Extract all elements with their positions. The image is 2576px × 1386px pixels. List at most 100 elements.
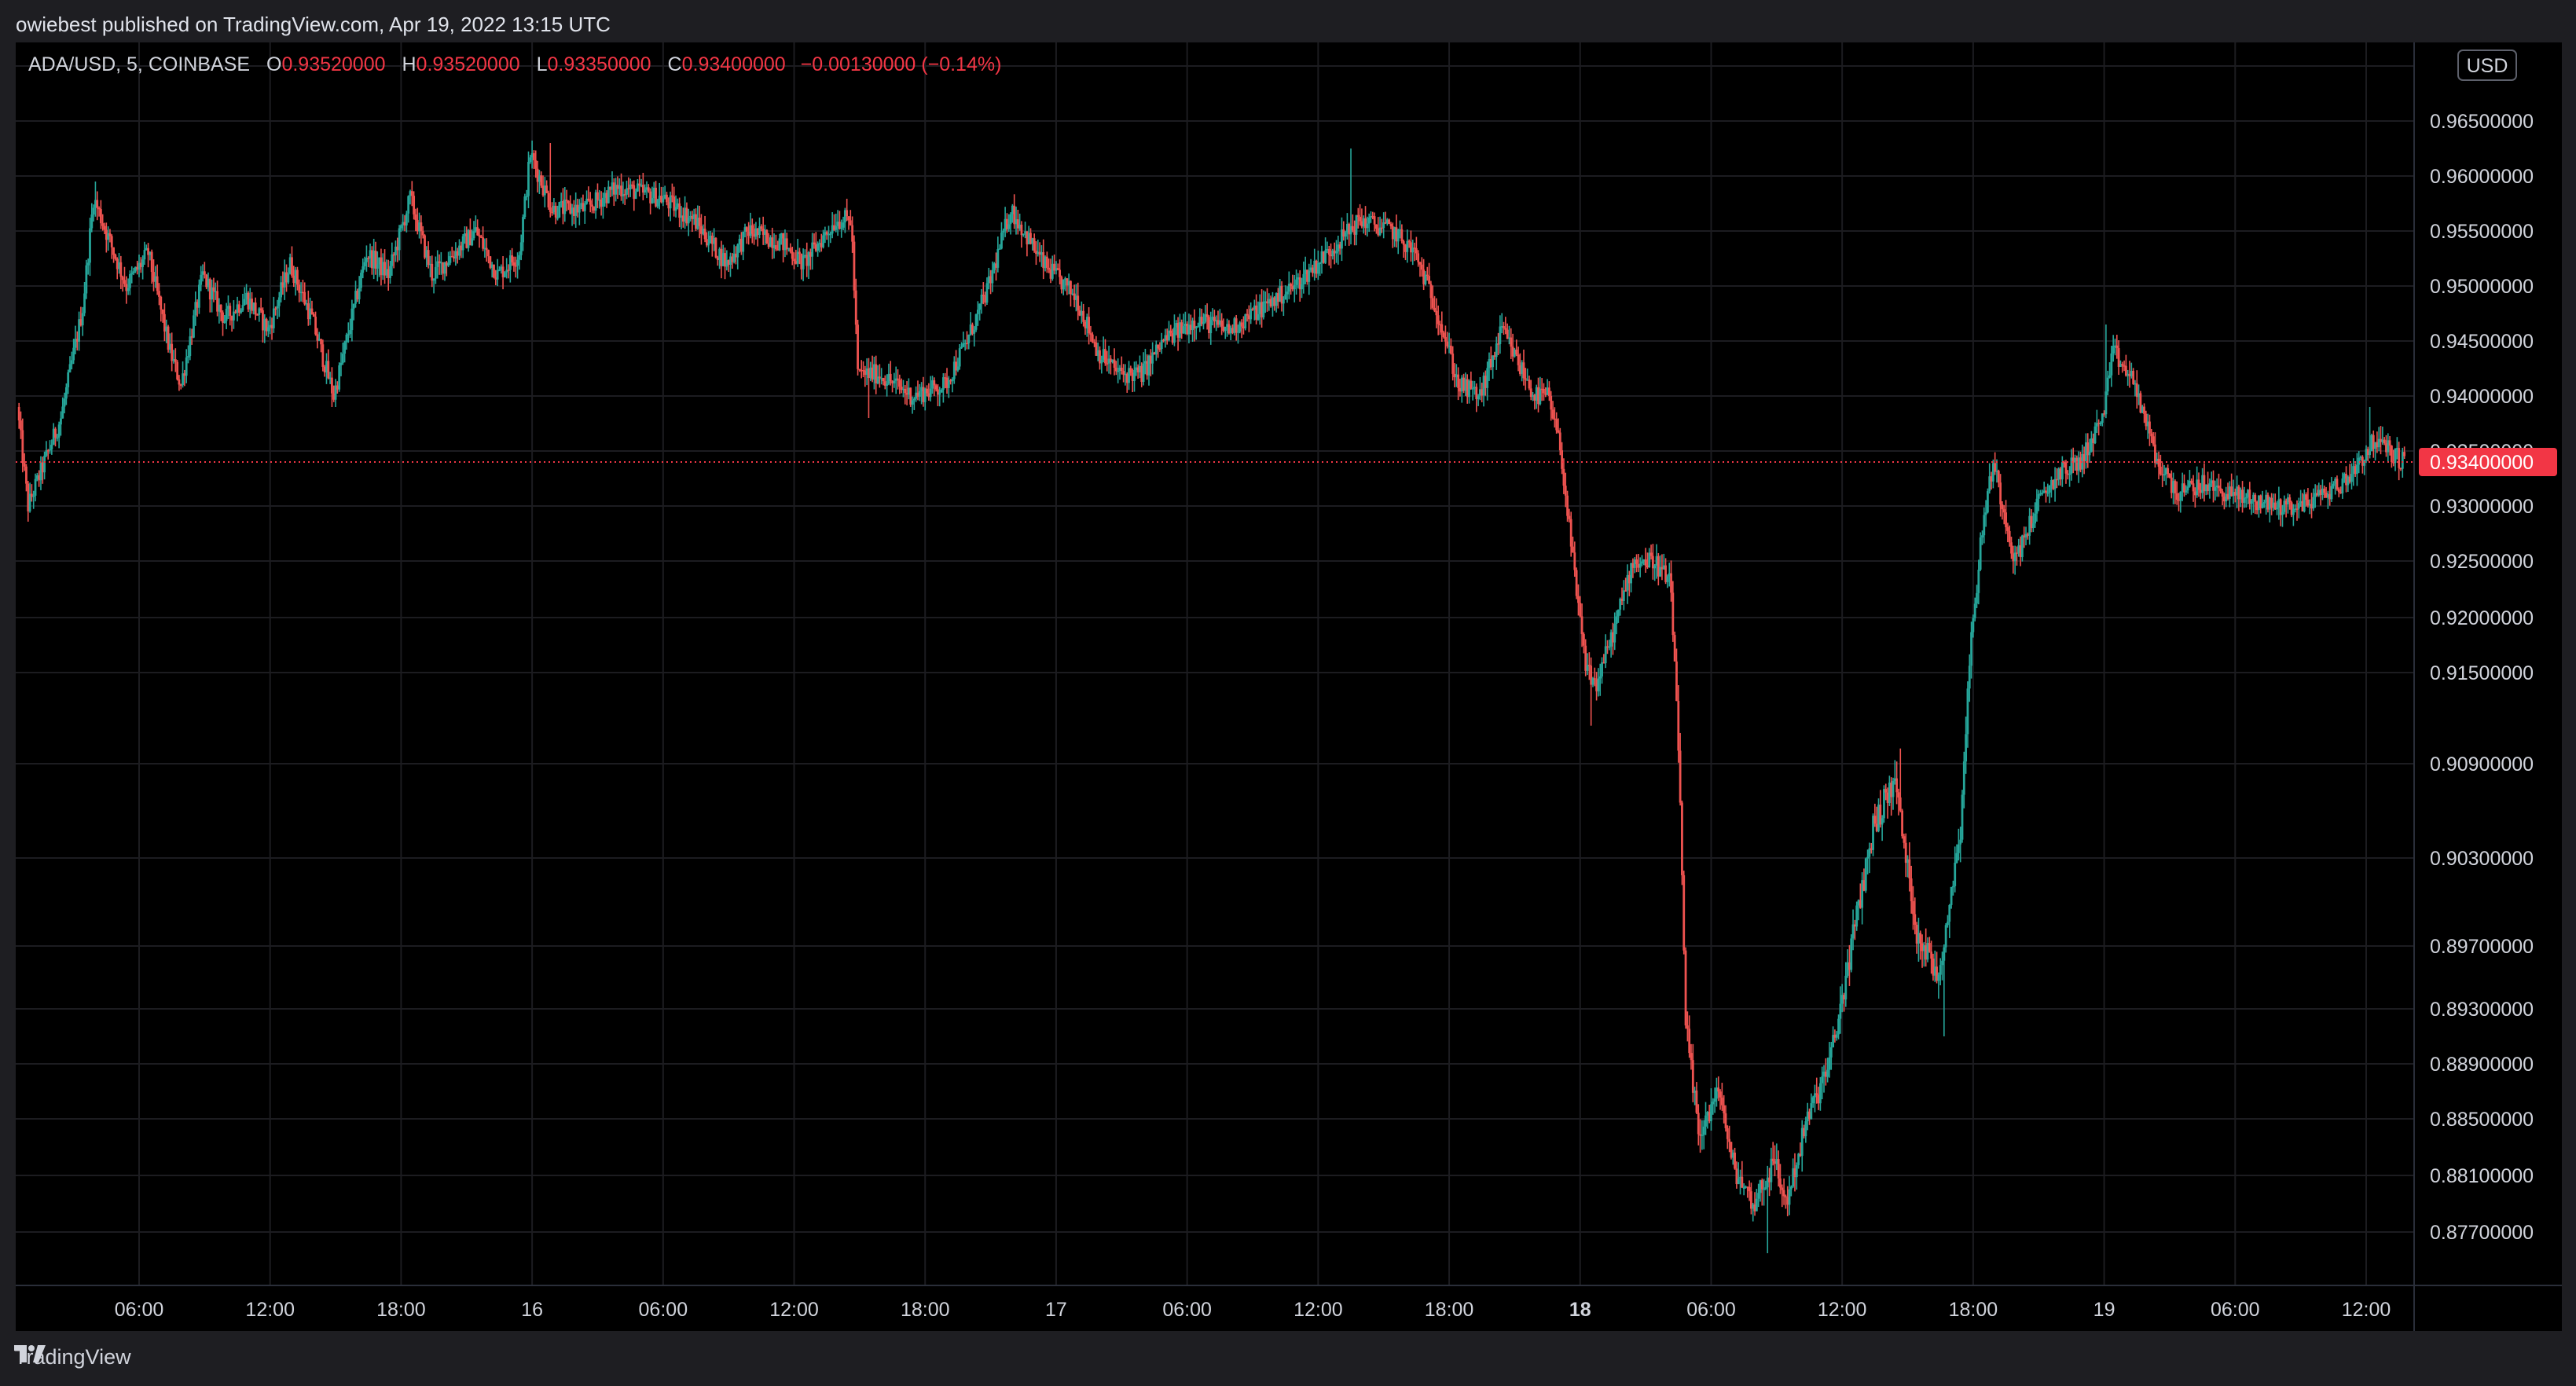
candle-body [760,226,763,229]
candle-body [793,258,795,262]
candle-body [1713,1098,1716,1102]
candle-body [1088,317,1091,334]
candles[interactable] [17,140,2406,1253]
candle-body [785,238,788,250]
candle-body [1133,369,1136,382]
candle-body [1724,1113,1727,1128]
candle-body [1290,284,1293,287]
candle-body [1550,395,1553,410]
candle-body [1572,546,1574,553]
time-tick-label: 06:00 [1686,1299,1736,1321]
candle-body [838,222,841,229]
candle-body [141,259,145,267]
candle-body [1100,359,1103,364]
candle-body [1828,1057,1831,1070]
candle-body [2221,491,2224,497]
candle-body [110,236,113,248]
candle-body [1826,1069,1829,1077]
candle-body [669,195,672,209]
candle-body [1020,224,1023,236]
candlestick-chart[interactable]: 0.96500000 0.96000000 0.95500000 0.95000000… [16,42,2562,1331]
candle-body [391,254,394,266]
candle-body [1499,326,1502,344]
candle-body [1704,1115,1707,1127]
candle-body [634,191,637,200]
candle-body [765,229,769,244]
candle-body [2185,490,2188,493]
candle-body [1941,960,1943,966]
candle-body [1981,535,1983,538]
candle-body [2001,504,2004,510]
candle-body [96,200,99,208]
candle-body [193,315,195,338]
candle-body [1389,224,1393,226]
candle-body [1723,1105,1726,1113]
candle-body [822,235,824,248]
candle-body [189,336,192,357]
candle-body [960,346,963,349]
candle-body [478,235,481,237]
candle-body [1959,839,1962,845]
symbol-label[interactable]: ADA/USD, 5, COINBASE [28,53,250,75]
candle-body [2388,440,2391,446]
candle-body [1471,388,1474,390]
candle-body [2243,497,2246,503]
candle-body [435,266,437,279]
candle-body [63,398,66,407]
candle-body [2186,486,2189,491]
candle-body [1235,318,1238,333]
candle-body [447,262,450,266]
price-tick-label: 0.96500000 [2430,111,2534,133]
currency-label[interactable]: USD [2467,55,2508,77]
candle-body [1070,280,1072,295]
candle-body [2174,481,2177,493]
candle-body [400,225,402,229]
candle-body [427,250,430,265]
candle-body [243,299,246,306]
candle-body [563,200,567,214]
candle-body [1892,780,1895,798]
candle-body [1597,678,1600,691]
publication-text: owiebest published on TradingView.com, A… [16,13,611,36]
candle-body [1444,337,1447,342]
low-label: L [536,53,548,75]
candle-body [589,200,592,205]
tradingview-logo-icon[interactable] [14,1345,47,1362]
candle-body [1701,1135,1704,1136]
candle-body [1976,592,1978,604]
candle-body [1608,646,1611,648]
candle-body [1649,552,1653,556]
candle-body [1682,874,1686,951]
candle-body [802,255,805,270]
candle-body [1442,332,1445,338]
candle-body [1295,279,1297,285]
candle-body [161,309,164,314]
candle-body [1366,223,1369,229]
candle-body [674,207,677,211]
candle-body [998,248,1001,250]
candle-body [789,248,792,252]
candle-body [291,257,293,276]
candle-body [956,366,960,371]
chart-pane[interactable]: 0.96500000 0.96000000 0.95500000 0.95000000… [16,42,2562,1331]
candle-body [651,198,654,204]
candle-body [1770,1158,1773,1182]
candle-body [487,250,490,257]
time-tick-label: 12:00 [1818,1299,1867,1321]
candle-body [1914,914,1917,925]
candle-body [1734,1152,1736,1169]
candle-body [886,383,889,386]
candle-body [1257,314,1260,320]
price-tick-label: 0.94500000 [2430,331,2534,353]
candle-body [1677,701,1680,751]
candle-body [1440,324,1444,333]
candle-body [254,302,257,315]
candle-body [1282,299,1285,304]
candle-body [1477,395,1480,400]
candle-body [127,288,130,292]
candle-body [2046,492,2049,494]
candle-body [414,214,417,221]
candle-body [1616,609,1620,617]
candle-body [996,249,1000,268]
candle-body [432,278,435,281]
